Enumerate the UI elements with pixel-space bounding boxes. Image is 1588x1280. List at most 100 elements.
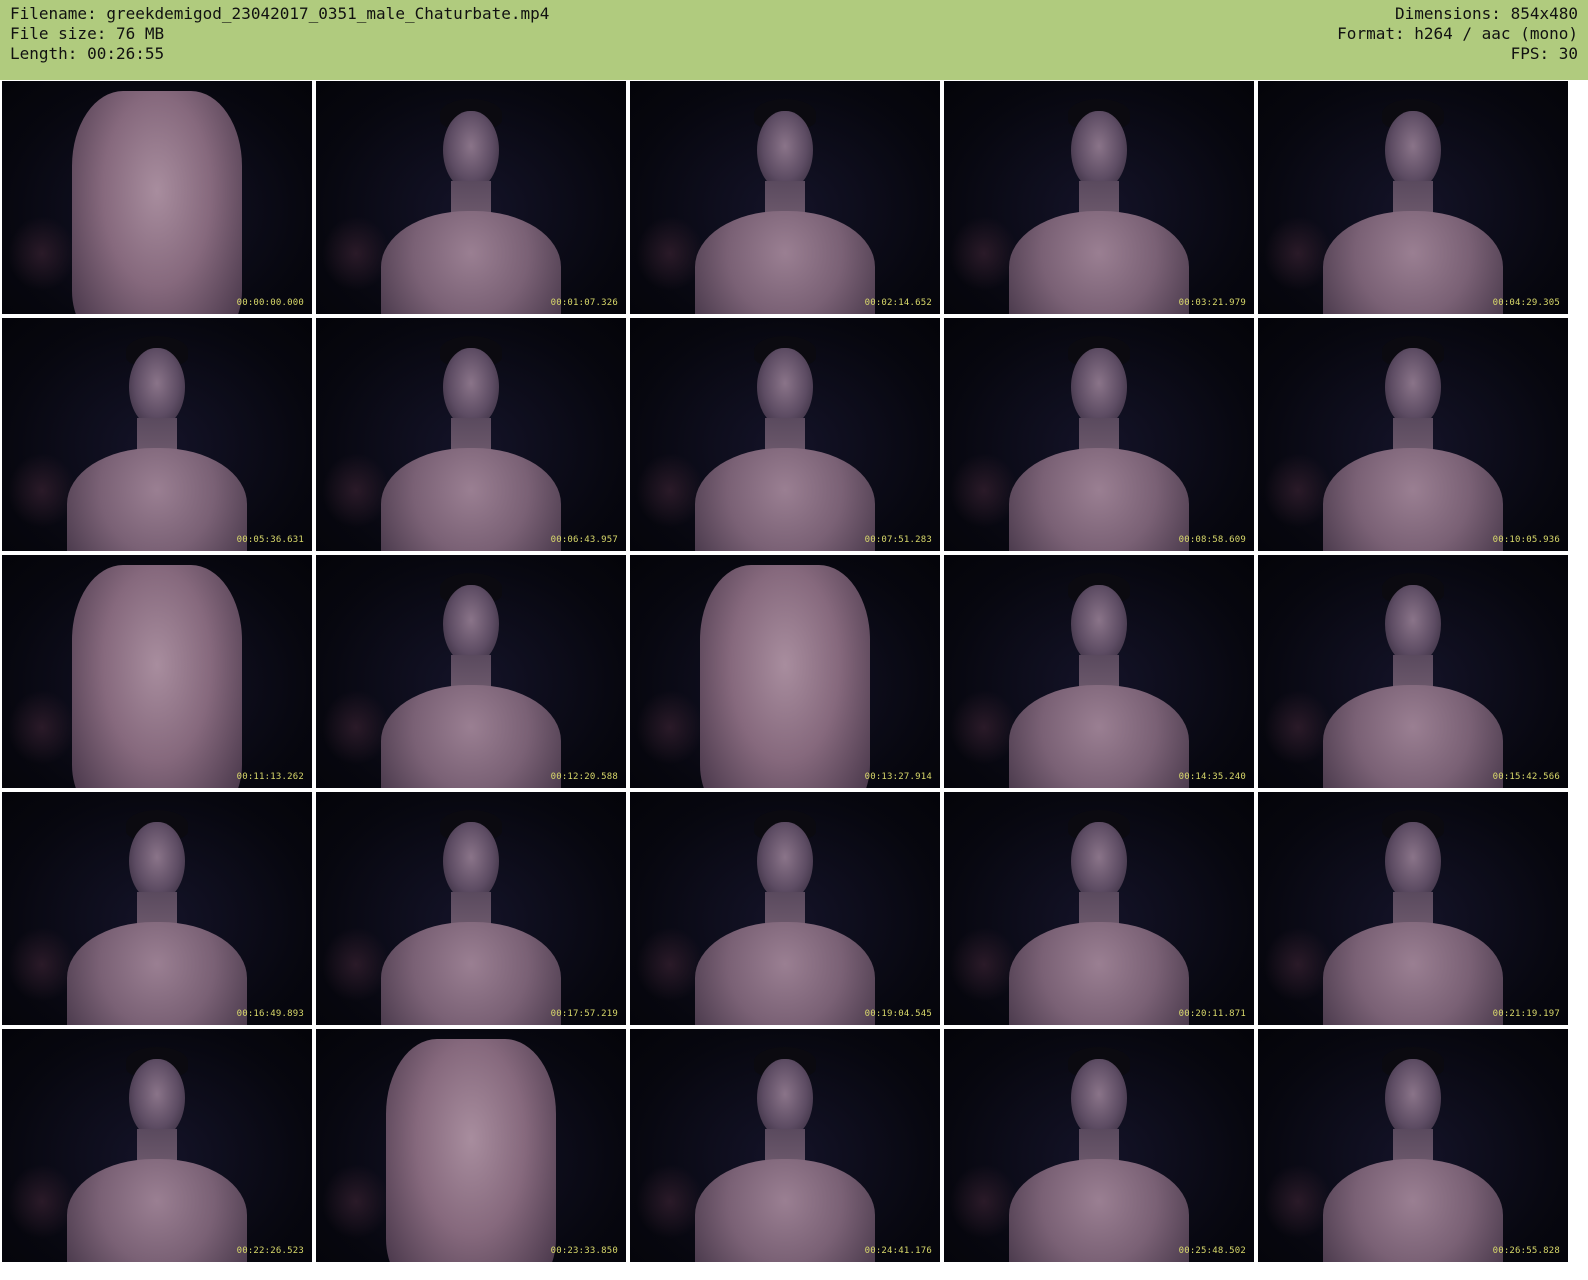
thumbnail-timestamp: 00:08:58.609 xyxy=(1178,535,1246,545)
frame-head xyxy=(1385,111,1441,189)
frame-head xyxy=(757,348,813,426)
thumbnail-timestamp: 00:10:05.936 xyxy=(1492,535,1560,545)
thumbnail-timestamp: 00:14:35.240 xyxy=(1178,772,1246,782)
frame-torso xyxy=(1009,1159,1189,1262)
frame-torso xyxy=(386,1039,556,1262)
frame-head xyxy=(1385,1059,1441,1137)
thumbnail-timestamp: 00:23:33.850 xyxy=(550,1246,618,1256)
frame-torso xyxy=(695,211,875,314)
thumbnail-timestamp: 00:07:51.283 xyxy=(864,535,932,545)
thumbnail-timestamp: 00:13:27.914 xyxy=(864,772,932,782)
frame-torso xyxy=(1009,922,1189,1025)
background-shape xyxy=(322,1164,391,1239)
thumbnail-timestamp: 00:24:41.176 xyxy=(864,1246,932,1256)
frame-head xyxy=(1071,348,1127,426)
frame-torso xyxy=(381,211,561,314)
frame-head xyxy=(1071,111,1127,189)
frame-head xyxy=(129,1059,185,1137)
video-thumbnail: 00:02:14.652 xyxy=(630,81,940,314)
frame-torso xyxy=(72,565,242,788)
thumbnail-timestamp: 00:16:49.893 xyxy=(236,1009,304,1019)
frame-torso xyxy=(1009,448,1189,551)
thumbnail-timestamp: 00:19:04.545 xyxy=(864,1009,932,1019)
frame-torso xyxy=(72,91,242,314)
thumbnail-timestamp: 00:22:26.523 xyxy=(236,1246,304,1256)
thumbnail-timestamp: 00:12:20.588 xyxy=(550,772,618,782)
frame-torso xyxy=(67,922,247,1025)
frame-head xyxy=(1071,1059,1127,1137)
video-thumbnail: 00:03:21.979 xyxy=(944,81,1254,314)
frame-head xyxy=(757,111,813,189)
file-info-header: Filename: greekdemigod_23042017_0351_mal… xyxy=(0,0,1588,80)
background-shape xyxy=(8,690,77,765)
video-thumbnail: 00:12:20.588 xyxy=(316,555,626,788)
video-thumbnail: 00:20:11.871 xyxy=(944,792,1254,1025)
filename-text: Filename: greekdemigod_23042017_0351_mal… xyxy=(10,4,550,23)
frame-torso xyxy=(381,685,561,788)
video-thumbnail: 00:06:43.957 xyxy=(316,318,626,551)
thumbnail-timestamp: 00:02:14.652 xyxy=(864,298,932,308)
frame-torso xyxy=(1323,685,1503,788)
frame-torso xyxy=(700,565,870,788)
frame-torso xyxy=(695,448,875,551)
video-thumbnail: 00:01:07.326 xyxy=(316,81,626,314)
fps-text: FPS: 30 xyxy=(1510,44,1578,63)
length-text: Length: 00:26:55 xyxy=(10,44,165,63)
frame-head xyxy=(757,822,813,900)
video-thumbnail: 00:13:27.914 xyxy=(630,555,940,788)
frame-torso xyxy=(1323,1159,1503,1262)
frame-head xyxy=(443,585,499,663)
thumbnail-timestamp: 00:15:42.566 xyxy=(1492,772,1560,782)
dimensions-text: Dimensions: 854x480 xyxy=(1394,4,1578,23)
thumbnail-timestamp: 00:20:11.871 xyxy=(1178,1009,1246,1019)
thumbnail-grid: 00:00:00.000 00:01:07.326 00:02:14.652 00:0… xyxy=(0,80,1588,1280)
thumbnail-timestamp: 00:17:57.219 xyxy=(550,1009,618,1019)
frame-head xyxy=(1071,585,1127,663)
frame-torso xyxy=(695,922,875,1025)
thumbnail-timestamp: 00:03:21.979 xyxy=(1178,298,1246,308)
format-text: Format: h264 / aac (mono) xyxy=(1337,24,1578,43)
frame-head xyxy=(1071,822,1127,900)
video-thumbnail: 00:23:33.850 xyxy=(316,1029,626,1262)
thumbnail-timestamp: 00:06:43.957 xyxy=(550,535,618,545)
video-thumbnail: 00:17:57.219 xyxy=(316,792,626,1025)
frame-head xyxy=(443,111,499,189)
video-thumbnail: 00:24:41.176 xyxy=(630,1029,940,1262)
video-thumbnail: 00:19:04.545 xyxy=(630,792,940,1025)
video-thumbnail: 00:16:49.893 xyxy=(2,792,312,1025)
thumbnail-timestamp: 00:04:29.305 xyxy=(1492,298,1560,308)
file-info-left: Filename: greekdemigod_23042017_0351_mal… xyxy=(10,4,549,64)
video-thumbnail: 00:05:36.631 xyxy=(2,318,312,551)
filesize-text: File size: 76 MB xyxy=(10,24,165,43)
video-thumbnail: 00:10:05.936 xyxy=(1258,318,1568,551)
frame-head xyxy=(129,822,185,900)
background-shape xyxy=(636,690,705,765)
frame-head xyxy=(1385,348,1441,426)
frame-torso xyxy=(381,448,561,551)
frame-head xyxy=(443,348,499,426)
frame-head xyxy=(129,348,185,426)
frame-torso xyxy=(1009,685,1189,788)
video-thumbnail: 00:22:26.523 xyxy=(2,1029,312,1262)
frame-torso xyxy=(1323,448,1503,551)
video-thumbnail: 00:15:42.566 xyxy=(1258,555,1568,788)
thumbnail-timestamp: 00:25:48.502 xyxy=(1178,1246,1246,1256)
video-thumbnail: 00:04:29.305 xyxy=(1258,81,1568,314)
thumbnail-timestamp: 00:11:13.262 xyxy=(236,772,304,782)
thumbnail-timestamp: 00:21:19.197 xyxy=(1492,1009,1560,1019)
video-thumbnail: 00:00:00.000 xyxy=(2,81,312,314)
file-info-right: Dimensions: 854x480 Format: h264 / aac (… xyxy=(1337,4,1578,64)
thumbnail-timestamp: 00:01:07.326 xyxy=(550,298,618,308)
video-thumbnail: 00:07:51.283 xyxy=(630,318,940,551)
thumbnail-timestamp: 00:00:00.000 xyxy=(236,298,304,308)
frame-head xyxy=(757,1059,813,1137)
video-thumbnail: 00:14:35.240 xyxy=(944,555,1254,788)
background-shape xyxy=(8,216,77,291)
video-thumbnail: 00:21:19.197 xyxy=(1258,792,1568,1025)
frame-torso xyxy=(67,1159,247,1262)
video-thumbnail: 00:26:55.828 xyxy=(1258,1029,1568,1262)
frame-head xyxy=(1385,585,1441,663)
frame-torso xyxy=(1323,922,1503,1025)
frame-torso xyxy=(381,922,561,1025)
video-thumbnail: 00:25:48.502 xyxy=(944,1029,1254,1262)
